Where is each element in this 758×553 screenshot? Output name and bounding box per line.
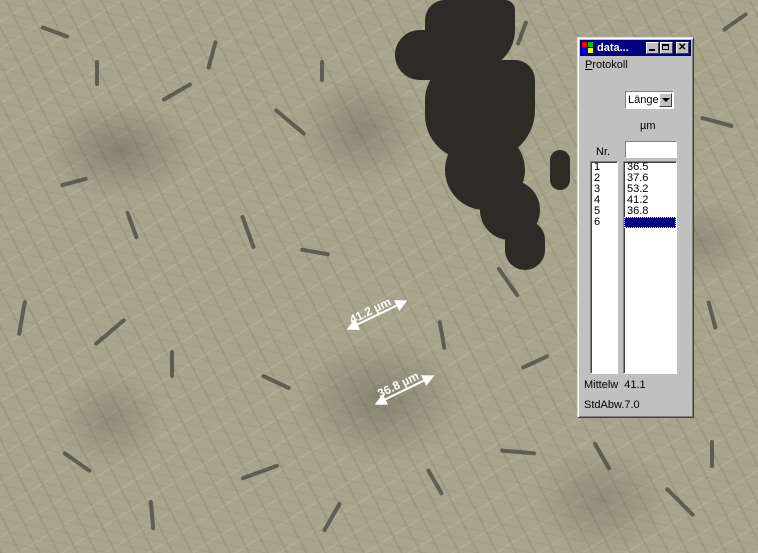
measurement-line-1: 41.2 µm (346, 295, 408, 330)
std-label: StdAbw. (584, 399, 625, 411)
list-item[interactable]: 36.8 (624, 206, 676, 217)
mean-label: Mittelw (584, 379, 619, 391)
close-icon: ✕ (678, 42, 687, 53)
menu-protokoll-label: rotokoll (592, 59, 628, 71)
close-button[interactable]: ✕ (676, 42, 689, 54)
value-column-header-field[interactable] (625, 141, 677, 158)
std-value: 7.0 (624, 399, 640, 411)
minimize-button[interactable] (646, 42, 659, 54)
window-titlebar[interactable]: data... ✕ (580, 40, 691, 56)
std-stat: StdAbw.7.0 (584, 399, 640, 411)
nr-column-header: Nr. (596, 146, 611, 158)
measurement-type-select[interactable]: Länge (625, 91, 674, 109)
measurement-line-2: 36.8 µm (374, 369, 435, 405)
unit-label: µm (640, 120, 656, 132)
maximize-icon (662, 44, 669, 50)
mean-stat: Mittelw 41.1 (584, 379, 646, 391)
menu-protokoll[interactable]: Protokoll (585, 59, 628, 71)
minimize-icon (649, 49, 655, 51)
list-item[interactable]: 6 (591, 217, 617, 228)
maximize-button[interactable] (660, 42, 673, 54)
chevron-down-icon[interactable] (659, 93, 672, 107)
app-icon (582, 42, 594, 54)
list-item[interactable] (624, 217, 676, 228)
measurement-window[interactable]: data... ✕ Protokoll Länge µm Nr. 123456 … (577, 37, 694, 418)
mean-value: 41.1 (624, 379, 646, 391)
nr-list[interactable]: 123456 (590, 161, 618, 374)
value-list[interactable]: 36.5 37.6 53.2 41.2 36.8 (623, 161, 677, 374)
window-title: data... (597, 42, 629, 54)
measurement-type-value: Länge (628, 94, 659, 106)
